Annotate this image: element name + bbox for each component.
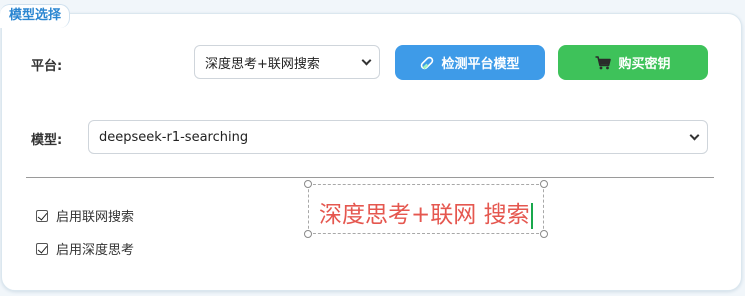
text-caret — [530, 202, 533, 229]
resize-handle-top-left[interactable] — [304, 180, 312, 188]
chevron-down-icon — [361, 55, 372, 66]
buy-key-button[interactable]: 购买密钥 — [558, 45, 708, 80]
resize-handle-bottom-right[interactable] — [540, 230, 548, 238]
detect-platform-models-button[interactable]: 检测平台模型 — [395, 45, 545, 80]
checkbox-checked-icon[interactable] — [36, 209, 48, 222]
section-divider — [26, 177, 714, 178]
model-label: 模型: — [31, 133, 63, 148]
model-select-value: deepseek-r1-searching — [99, 129, 249, 145]
platform-select-value: 深度思考+联网搜索 — [205, 56, 320, 72]
shopping-cart-icon — [595, 55, 612, 69]
deep-think-checkbox[interactable]: 启用深度思考 — [36, 239, 134, 258]
web-search-checkbox[interactable]: 启用联网搜索 — [36, 206, 134, 225]
detect-button-label: 检测平台模型 — [441, 57, 520, 72]
chevron-down-icon — [689, 130, 700, 141]
buy-button-label: 购买密钥 — [618, 57, 671, 72]
resize-handle-bottom-left[interactable] — [304, 230, 312, 238]
edit-text-content[interactable]: 深度思考+联网 搜索 — [319, 195, 533, 229]
panel-legend: 模型选择 — [0, 4, 71, 28]
edit-text[interactable]: 深度思考+联网 搜索 — [319, 202, 530, 228]
platform-select[interactable]: 深度思考+联网搜索 — [194, 45, 380, 79]
text-edit-box[interactable]: 深度思考+联网 搜索 — [304, 180, 548, 238]
test-tube-icon — [421, 56, 434, 69]
web-search-label: 启用联网搜索 — [56, 210, 135, 225]
model-select[interactable]: deepseek-r1-searching — [88, 120, 708, 154]
checkbox-checked-icon[interactable] — [36, 242, 48, 255]
deep-think-label: 启用深度思考 — [56, 243, 135, 258]
platform-label: 平台: — [31, 59, 63, 74]
resize-handle-top-right[interactable] — [540, 180, 548, 188]
